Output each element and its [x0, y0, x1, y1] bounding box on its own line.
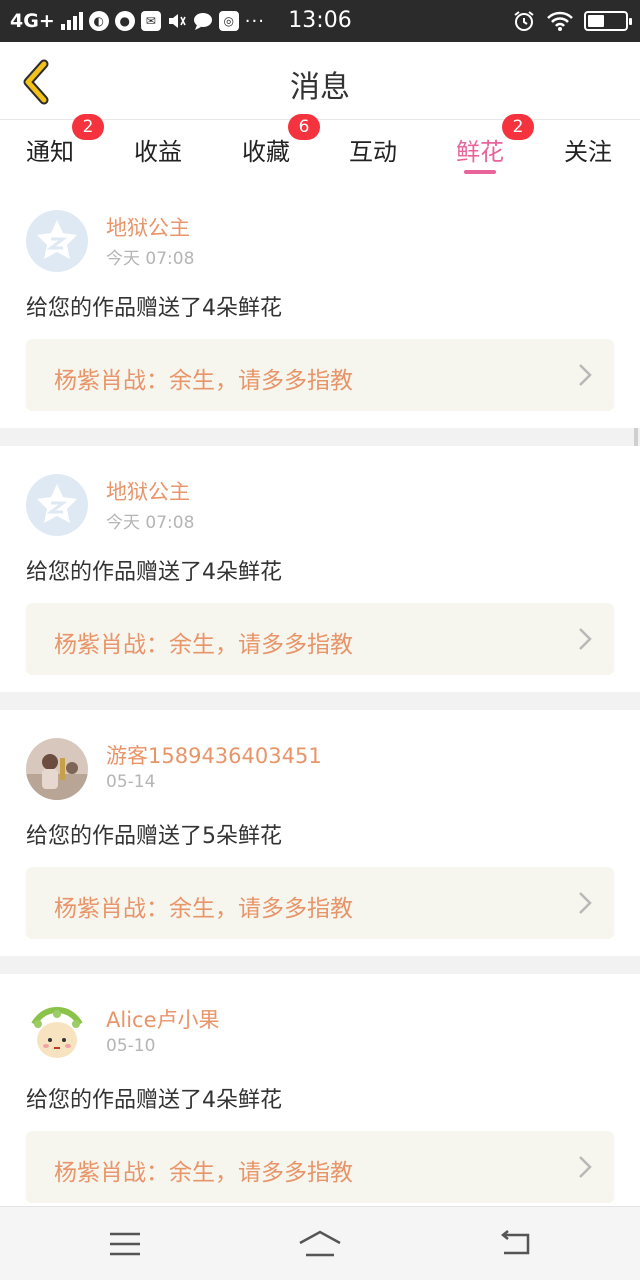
message-time: 05-10: [106, 1036, 156, 1056]
tab-0[interactable]: 通知 2: [0, 114, 104, 182]
user-avatar[interactable]: [26, 1002, 88, 1064]
work-title: 杨紫肖战：余生，请多多指教: [54, 1160, 353, 1186]
work-link[interactable]: 杨紫肖战：余生，请多多指教: [26, 603, 614, 675]
home-button[interactable]: [290, 1221, 350, 1267]
message-text: 给您的作品赠送了4朵鲜花: [26, 560, 282, 585]
user-avatar[interactable]: [26, 738, 88, 800]
system-nav-bar: [0, 1206, 640, 1280]
back-nav-button[interactable]: [485, 1221, 545, 1267]
back-button[interactable]: [8, 54, 64, 110]
message-text: 给您的作品赠送了4朵鲜花: [26, 1088, 282, 1113]
tab-5[interactable]: 关注: [538, 120, 638, 182]
battery-level: [588, 15, 605, 27]
tab-2[interactable]: 收藏 6: [216, 114, 320, 182]
tab-label: 收益: [134, 138, 182, 166]
work-link[interactable]: 杨紫肖战：余生，请多多指教: [26, 867, 614, 939]
signal-icon: [60, 12, 83, 30]
screenshot-icon: ◎: [218, 11, 239, 31]
page-title: 消息: [290, 70, 350, 105]
tab-badge: 6: [288, 114, 320, 140]
message-time: 今天 07:08: [106, 249, 195, 269]
status-left: 4G+ ◐ ● ✉ ◎ ···: [10, 8, 265, 34]
cartoon-avatar-icon: [26, 1002, 88, 1064]
user-name[interactable]: 游客1589436403451: [106, 740, 322, 770]
work-link[interactable]: 杨紫肖战：余生，请多多指教: [26, 1131, 614, 1203]
more-notifications-icon: ···: [244, 10, 265, 32]
chevron-right-icon: [579, 892, 592, 914]
message-card[interactable]: 游客1589436403451 05-14 给您的作品赠送了5朵鲜花杨紫肖战：余生，…: [0, 710, 640, 956]
menu-icon: [110, 1232, 140, 1256]
tab-bar: 通知 2 收益 收藏 6 互动 鲜花 2 关注: [0, 114, 640, 182]
return-icon: [500, 1230, 530, 1255]
back-arrow-icon: [23, 59, 49, 105]
tab-badge: 2: [502, 114, 534, 140]
user-avatar[interactable]: [26, 474, 88, 536]
work-title: 杨紫肖战：余生，请多多指教: [54, 368, 353, 394]
tab-active-indicator: [464, 170, 496, 174]
user-name[interactable]: 地狱公主: [106, 476, 190, 506]
network-type: 4G+: [10, 10, 55, 32]
user-name[interactable]: 地狱公主: [106, 212, 190, 242]
tab-label: 互动: [349, 138, 397, 166]
work-link[interactable]: 杨紫肖战：余生，请多多指教: [26, 339, 614, 411]
user-name[interactable]: Alice卢小果: [106, 1004, 220, 1034]
tab-badge: 2: [72, 114, 104, 140]
app-notification-icon: ◐: [88, 11, 109, 31]
work-title: 杨紫肖战：余生，请多多指教: [54, 896, 353, 922]
tab-4[interactable]: 鲜花 2: [430, 114, 534, 182]
app-root: 4G+ ◐ ● ✉ ◎ ··· 13:06 消息 通知 2 收益 收藏 6 互动 鲜花 2 关注…: [0, 0, 640, 1280]
message-list[interactable]: 地狱公主 今天 07:08 给您的作品赠送了4朵鲜花 杨紫肖战：余生，请多多指教 地狱公…: [0, 182, 640, 1206]
mail-icon: ✉: [140, 11, 161, 31]
photo-avatar-icon: [26, 738, 88, 800]
message-text: 给您的作品赠送了5朵鲜花: [26, 824, 282, 849]
chat-icon: [193, 13, 212, 30]
user-avatar[interactable]: [26, 210, 88, 272]
work-title: 杨紫肖战：余生，请多多指教: [54, 632, 353, 658]
home-icon: [299, 1230, 341, 1257]
status-bar: 4G+ ◐ ● ✉ ◎ ··· 13:06: [0, 0, 640, 42]
tab-1[interactable]: 收益: [108, 120, 208, 182]
default-qq-avatar-icon: [26, 210, 88, 272]
battery-icon: [584, 11, 632, 31]
chevron-right-icon: [579, 1156, 592, 1178]
alarm-icon: [514, 11, 534, 31]
message-card[interactable]: 地狱公主今天 07:08 给您的作品赠送了4朵鲜花杨紫肖战：余生，请多多指教: [0, 182, 640, 428]
status-right: [512, 8, 632, 34]
message-card[interactable]: 地狱公主今天 07:08 给您的作品赠送了4朵鲜花杨紫肖战：余生，请多多指教: [0, 446, 640, 692]
tab-3[interactable]: 互动: [323, 120, 423, 182]
message-time: 今天 07:08: [106, 513, 195, 533]
chevron-right-icon: [579, 364, 592, 386]
volume-icon: [168, 14, 186, 28]
default-qq-avatar-icon: [26, 474, 88, 536]
menu-button[interactable]: [95, 1221, 155, 1267]
header: 消息: [0, 42, 640, 120]
wifi-icon: [547, 11, 573, 31]
chevron-right-icon: [579, 628, 592, 650]
message-card[interactable]: Alice卢小果 05-10 给您的作品赠送了4朵鲜花杨紫肖战：余生，请多多指教: [0, 974, 640, 1206]
tab-label: 关注: [564, 138, 612, 166]
message-time: 05-14: [106, 772, 156, 792]
message-text: 给您的作品赠送了4朵鲜花: [26, 296, 282, 321]
cat-app-icon: ●: [114, 11, 135, 31]
